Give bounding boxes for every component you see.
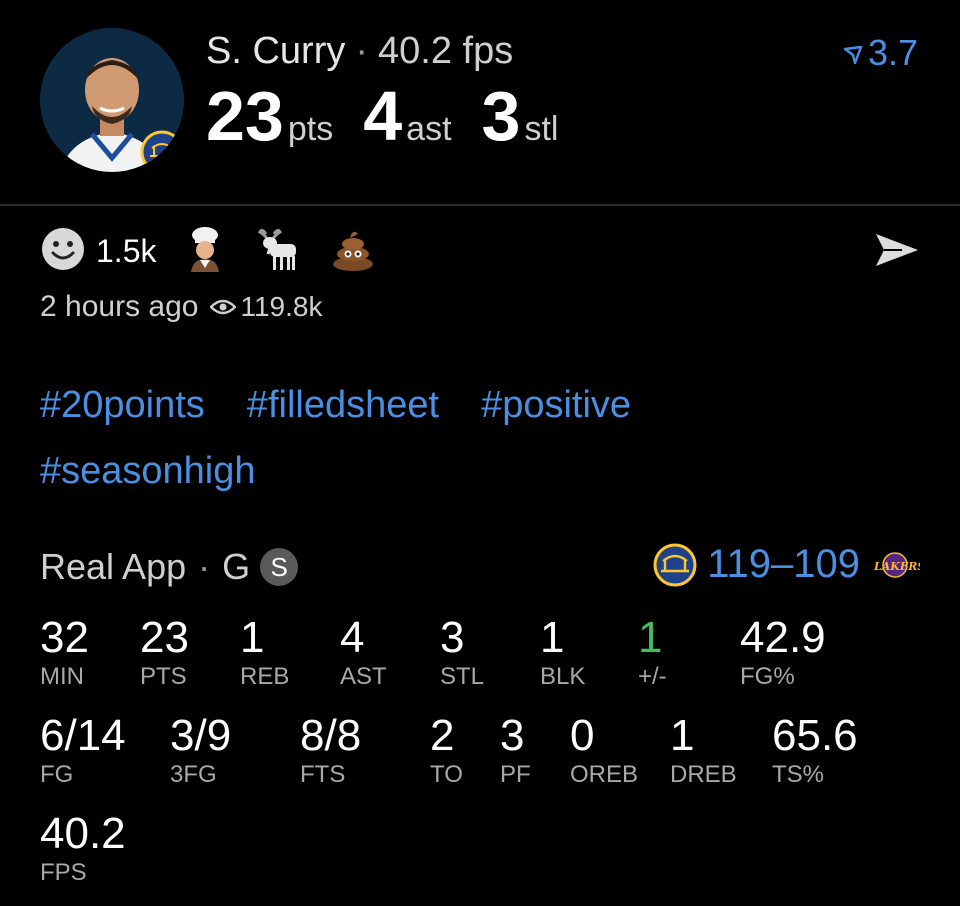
post-meta: 2 hours ago 119.8k: [40, 290, 322, 324]
stat-cell-ast: 4 AST: [340, 614, 387, 692]
share-send-button[interactable]: [872, 226, 922, 279]
stat-cell-oreb: 0 OREB: [570, 712, 638, 790]
warriors-logo-icon: [653, 543, 697, 586]
stat-cell-dreb: 1 DREB: [670, 712, 737, 790]
stat-cell-ts-pct: 65.6 TS%: [772, 712, 858, 790]
stat-label: TO: [430, 761, 463, 788]
source-row: Real App · G S: [40, 546, 299, 588]
stat-value: 23: [140, 613, 189, 662]
stat-value: 0: [570, 711, 595, 760]
separator: ·: [198, 546, 211, 587]
stat-cell-fg-pct: 42.9 FG%: [740, 614, 826, 692]
headline-stat-unit: pts: [287, 110, 334, 148]
stat-label: BLK: [540, 663, 586, 690]
stat-label: FG: [40, 761, 74, 788]
lakers-logo-icon: LAKERS: [873, 551, 920, 578]
stat-cell-to: 2 TO: [430, 712, 463, 790]
stat-value: 2: [430, 711, 455, 760]
stat-value: 32: [40, 613, 89, 662]
hashtag-link[interactable]: #positive: [481, 384, 631, 426]
stat-value: 8/8: [300, 711, 362, 760]
reaction-count: 1.5k: [96, 232, 157, 269]
stat-label: PTS: [140, 663, 187, 690]
stat-value: 3: [500, 711, 525, 760]
game-score[interactable]: 119–109 LAKERS: [653, 542, 920, 587]
stat-cell-stl: 3 STL: [440, 614, 484, 692]
stat-cell-pts: 23 PTS: [140, 614, 189, 692]
stat-label: REB: [240, 663, 290, 690]
stat-label: PF: [500, 761, 531, 788]
player-name-line: S. Curry · 40.2 fps: [206, 30, 513, 73]
stat-label: DREB: [670, 761, 737, 788]
headline-stats: 23 pts 4 ast 3 stl: [206, 76, 558, 156]
headline-stat-value: 3: [481, 77, 521, 155]
stat-label: FTS: [300, 761, 346, 788]
stat-value: 1: [670, 711, 695, 760]
stat-cell-fts: 8/8 FTS: [300, 712, 361, 790]
reaction-bar: 1.5k: [40, 226, 404, 276]
stat-label: TS%: [772, 761, 825, 788]
stat-cell-3fg: 3/9 3FG: [170, 712, 231, 790]
post-time: 2 hours ago: [40, 290, 199, 323]
stat-label: MIN: [40, 663, 84, 690]
separator: ·: [355, 30, 369, 72]
rating-badge[interactable]: 3.7: [842, 32, 918, 74]
rating-value: 3.7: [867, 32, 918, 73]
send-icon: [876, 234, 918, 266]
stat-cell-min: 32 MIN: [40, 614, 89, 692]
stat-cell-fps: 40.2 FPS: [40, 810, 126, 888]
stat-value: 40.2: [40, 809, 126, 858]
stat-label: FPS: [40, 859, 87, 886]
eye-icon: [210, 299, 237, 315]
stat-value: 3/9: [170, 711, 232, 760]
stat-value: 1: [638, 613, 663, 662]
s-badge: S: [260, 548, 299, 586]
goat-icon[interactable]: [256, 226, 302, 277]
stat-label: +/-: [638, 663, 667, 690]
stat-cell-reb: 1 REB: [240, 614, 289, 692]
stat-cell-blk: 1 BLK: [540, 614, 585, 692]
smile-icon[interactable]: [40, 226, 86, 277]
headline-stat-unit: stl: [524, 110, 559, 148]
stat-label: 3FG: [170, 761, 217, 788]
stat-label: OREB: [570, 761, 639, 788]
stat-value: 6/14: [40, 711, 126, 760]
headline-stat-value: 4: [363, 77, 403, 155]
stat-value: 4: [340, 613, 365, 662]
stat-label: STL: [440, 663, 485, 690]
stat-cell-plus-minus: 1 +/-: [638, 614, 667, 692]
score-text: 119–109: [707, 542, 860, 586]
chef-icon[interactable]: [182, 226, 228, 277]
view-count-group: 119.8k: [210, 291, 322, 323]
rating-arrow-icon: [843, 46, 863, 65]
hashtag-link[interactable]: #seasonhigh: [40, 450, 256, 492]
hashtag-link[interactable]: #20points: [40, 384, 205, 426]
stat-label: AST: [340, 663, 387, 690]
view-count: 119.8k: [240, 291, 323, 322]
stat-value: 1: [240, 613, 265, 662]
stat-cell-fg: 6/14 FG: [40, 712, 126, 790]
stat-value: 1: [540, 613, 565, 662]
headline-stat-value: 23: [206, 77, 284, 155]
player-name[interactable]: S. Curry: [206, 30, 345, 72]
stat-cell-pf: 3 PF: [500, 712, 531, 790]
header-divider: [0, 204, 960, 206]
player-avatar[interactable]: [40, 28, 184, 172]
svg-text:LAKERS: LAKERS: [873, 560, 920, 573]
stat-label: FG%: [740, 663, 795, 690]
hashtag-link[interactable]: #filledsheet: [247, 384, 439, 426]
hashtag-list: #20points #filledsheet #positive #seasonhig…: [40, 372, 920, 504]
headline-stat-unit: ast: [406, 110, 452, 148]
stat-value: 3: [440, 613, 465, 662]
stat-value: 65.6: [772, 711, 858, 760]
poop-icon[interactable]: [330, 226, 376, 277]
source-app[interactable]: Real App: [40, 546, 186, 588]
stat-value: 42.9: [740, 613, 826, 662]
player-position: G: [222, 546, 251, 587]
fps-summary: 40.2 fps: [378, 30, 514, 72]
